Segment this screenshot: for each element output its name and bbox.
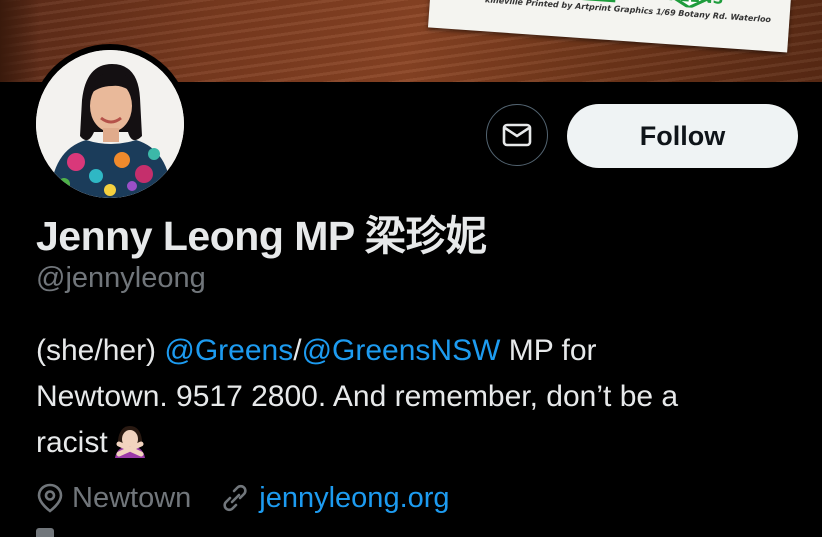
banner-shadow (0, 0, 40, 82)
bio-line3: racist (36, 426, 108, 459)
person-gesturing-no-emoji (112, 424, 148, 472)
map-pin-icon (37, 483, 63, 513)
envelope-icon (502, 123, 532, 147)
bio-line2: Newtown. 9517 2800. And remember, don’t … (36, 380, 679, 413)
mention-greens[interactable]: @Greens (164, 334, 293, 367)
website-item[interactable]: jennyleong.org (219, 482, 450, 515)
bio-prefix: (she/her) (36, 334, 165, 367)
website-link[interactable]: jennyleong.org (259, 482, 449, 515)
profile-meta: Newtown jennyleong.org (36, 478, 450, 518)
banner-flyer: kineville Printed by Artprint Graphics 1… (427, 0, 793, 53)
profile-avatar[interactable] (30, 44, 190, 204)
mention-greensnsw[interactable]: @GreensNSW (302, 334, 501, 367)
bio-line1-suffix: MP for (500, 334, 597, 367)
follow-button[interactable]: Follow (567, 104, 798, 168)
profile-handle: @jennyleong (36, 262, 206, 294)
profile-bio: (she/her) @Greens/@GreensNSW MP for Newt… (36, 328, 806, 472)
bio-separator: / (293, 334, 302, 367)
location-text: Newtown (72, 481, 192, 514)
calendar-icon-partial (36, 528, 54, 537)
location-item: Newtown (36, 482, 191, 515)
link-icon (223, 484, 247, 512)
message-button[interactable] (486, 104, 548, 166)
profile-name: Jenny Leong MP 梁珍妮 (36, 213, 487, 259)
avatar-photo (36, 50, 184, 198)
